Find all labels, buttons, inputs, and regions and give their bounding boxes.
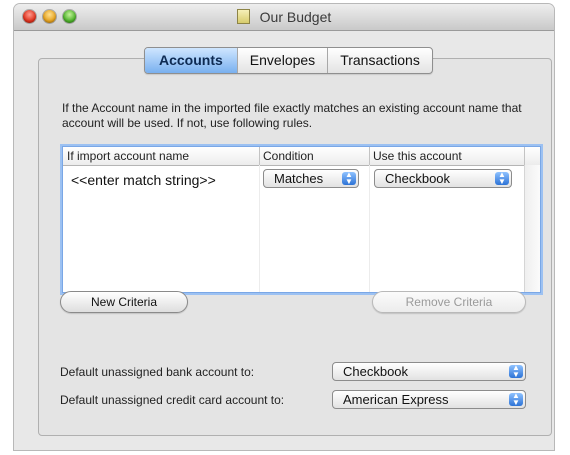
account-popup[interactable]: Checkbook ▲ ▼ (374, 169, 512, 188)
column-header-condition[interactable]: Condition (259, 149, 314, 163)
new-criteria-button[interactable]: New Criteria (60, 291, 188, 313)
default-bank-popup[interactable]: Checkbook ▲ ▼ (332, 362, 526, 381)
window-title-container: Our Budget (14, 9, 554, 25)
table-scrollbar[interactable] (524, 165, 540, 292)
popup-arrows-icon: ▲ ▼ (495, 171, 509, 185)
default-bank-label: Default unassigned bank account to: (60, 365, 255, 379)
tab-envelopes[interactable]: Envelopes (236, 48, 327, 73)
default-credit-popup[interactable]: American Express ▲ ▼ (332, 390, 526, 409)
default-bank-value: Checkbook (343, 364, 409, 379)
default-credit-value: American Express (343, 392, 449, 407)
window-title: Our Budget (259, 9, 332, 25)
tab-accounts[interactable]: Accounts (145, 48, 237, 73)
column-header-use-account[interactable]: Use this account (369, 149, 462, 163)
condition-value: Matches (274, 171, 324, 186)
tab-transactions[interactable]: Transactions (327, 48, 432, 73)
popup-arrows-icon: ▲ ▼ (342, 171, 356, 185)
help-text: If the Account name in the imported file… (62, 101, 522, 130)
import-name-cell[interactable]: <<enter match string>> (71, 172, 216, 188)
tab-bar: Accounts Envelopes Transactions (144, 47, 433, 74)
condition-popup[interactable]: Matches ▲ ▼ (263, 169, 359, 188)
table-header: If import account name Condition Use thi… (63, 147, 540, 166)
default-credit-label: Default unassigned credit card account t… (60, 393, 285, 407)
preferences-window: Our Budget Accounts Envelopes Transactio… (14, 4, 554, 450)
rules-table[interactable]: If import account name Condition Use thi… (62, 146, 541, 293)
popup-arrows-icon: ▲ ▼ (509, 392, 523, 406)
remove-criteria-button[interactable]: Remove Criteria (372, 291, 526, 313)
title-bar[interactable]: Our Budget (14, 4, 554, 31)
popup-arrows-icon: ▲ ▼ (509, 364, 523, 378)
account-value: Checkbook (385, 171, 451, 186)
document-icon (236, 9, 250, 24)
column-header-import-name[interactable]: If import account name (63, 149, 189, 163)
